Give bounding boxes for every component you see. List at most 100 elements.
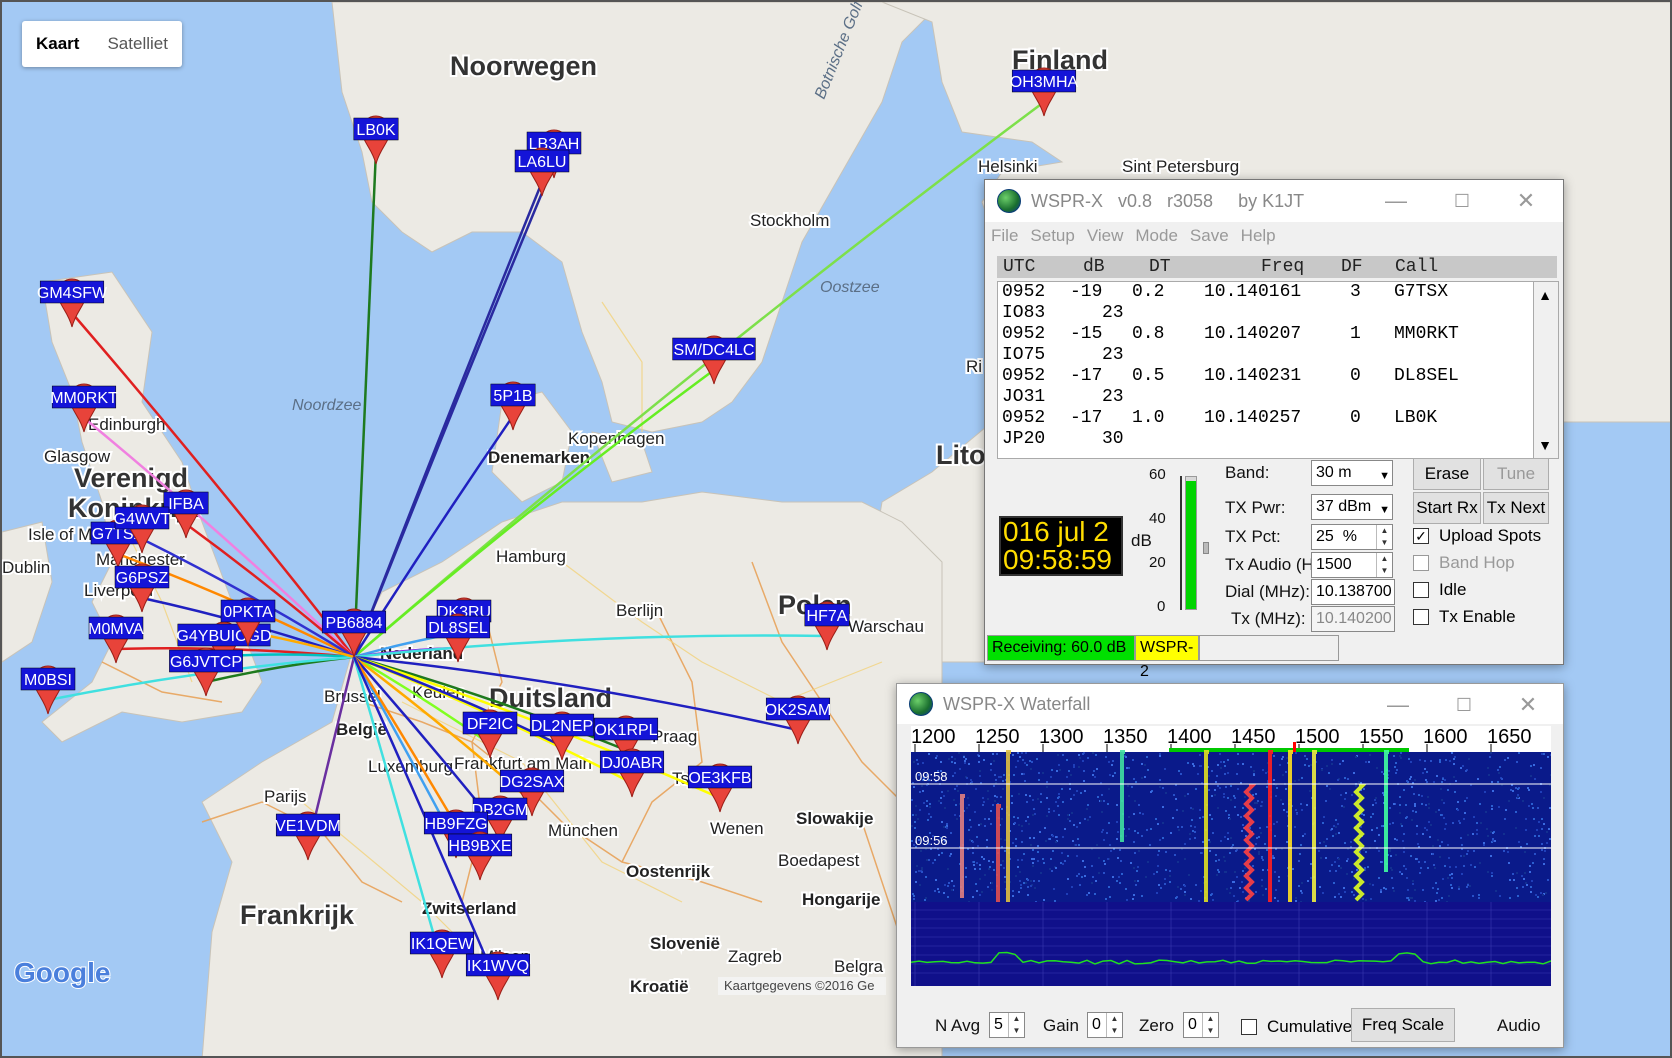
noise-pixel — [1062, 836, 1064, 838]
navg-spinbox[interactable]: 5 ▲ ▼ — [989, 1012, 1025, 1038]
noise-pixel — [1437, 888, 1439, 890]
noise-pixel — [1436, 892, 1438, 894]
noise-pixel — [1031, 858, 1033, 860]
menu-item[interactable]: View — [1087, 226, 1124, 246]
tune-button[interactable]: Tune — [1483, 458, 1549, 490]
noise-pixel — [1054, 900, 1056, 902]
maximize-icon[interactable]: ☐ — [1431, 180, 1493, 222]
gain-spinbox[interactable]: 0 ▲ ▼ — [1087, 1012, 1123, 1038]
map-type-map-button[interactable]: Kaart — [22, 21, 93, 67]
noise-pixel — [1391, 877, 1393, 879]
menu-item[interactable]: Mode — [1135, 226, 1178, 246]
noise-pixel — [1504, 759, 1506, 761]
noise-pixel — [1236, 773, 1238, 775]
minimize-icon[interactable]: — — [1365, 180, 1427, 222]
map-label: Sint Petersburg — [1122, 157, 1239, 176]
start-rx-button[interactable]: Start Rx — [1413, 492, 1481, 524]
noise-pixel — [1444, 865, 1446, 867]
tx-freq-field[interactable]: 10.140200 — [1311, 606, 1395, 632]
map-type-satellite-button[interactable]: Satelliet — [93, 21, 181, 67]
noise-pixel — [1193, 765, 1195, 767]
decodes-list[interactable]: 0952 -19 0.2 10.140161 3 G7TSX IO83 23 0952 -15 0.… — [997, 281, 1557, 459]
noise-pixel — [1215, 854, 1217, 856]
band-hop-checkbox[interactable]: Band Hop — [1413, 553, 1515, 573]
decode-row-cont[interactable]: JP20 30 — [998, 429, 1556, 450]
noise-pixel — [1491, 805, 1493, 807]
noise-pixel — [992, 804, 994, 806]
close-icon[interactable]: ✕ — [1495, 180, 1557, 222]
tx-enable-checkbox[interactable]: Tx Enable — [1413, 607, 1516, 627]
noise-pixel — [1021, 841, 1023, 843]
decode-row-cont[interactable]: IO83 23 — [998, 303, 1556, 324]
noise-pixel — [996, 796, 998, 798]
idle-checkbox[interactable]: Idle — [1413, 580, 1466, 600]
audio-label[interactable]: Audio — [1497, 1016, 1540, 1036]
noise-pixel — [1390, 867, 1392, 869]
map-attribution: Kaartgegevens ©2016 Ge — [724, 978, 875, 993]
upload-spots-checkbox[interactable]: ✓ Upload Spots — [1413, 526, 1541, 546]
band-select[interactable]: 30 m ▼ — [1311, 460, 1393, 486]
noise-pixel — [922, 790, 924, 792]
noise-pixel — [1250, 766, 1252, 768]
noise-pixel — [1351, 891, 1353, 893]
spin-arrows-icon[interactable]: ▲ ▼ — [1376, 553, 1392, 577]
noise-pixel — [1346, 860, 1348, 862]
cumulative-checkbox[interactable]: Cumulative — [1241, 1017, 1352, 1037]
waterfall-display[interactable]: 1200 1250 1300 1350 1400 1450 1500 1550 1600 1650… — [911, 726, 1551, 986]
noise-pixel — [949, 855, 951, 857]
noise-pixel — [1466, 797, 1468, 799]
noise-pixel — [1064, 828, 1066, 830]
erase-button[interactable]: Erase — [1413, 458, 1481, 490]
dial-field[interactable]: 10.138700 — [1311, 579, 1395, 605]
decode-row[interactable]: 0952 -15 0.8 10.140207 1 MM0RKT — [998, 324, 1556, 345]
noise-pixel — [1492, 840, 1494, 842]
decode-db: -19 — [1070, 282, 1103, 302]
noise-pixel — [1220, 840, 1222, 842]
noise-pixel — [1087, 819, 1089, 821]
spin-arrows-icon[interactable]: ▲ ▼ — [1008, 1013, 1024, 1037]
noise-pixel — [1218, 871, 1220, 873]
noise-pixel — [1462, 765, 1464, 767]
noise-pixel — [1258, 836, 1260, 838]
txpct-spinbox[interactable]: 25 % ▲ ▼ — [1311, 524, 1393, 550]
minimize-icon[interactable]: — — [1367, 684, 1429, 726]
freq-scale-button[interactable]: Freq Scale — [1351, 1008, 1455, 1042]
meter-slider[interactable] — [1203, 542, 1209, 554]
scroll-up-icon[interactable]: ▲ — [1536, 286, 1554, 304]
decode-row[interactable]: 0952 -17 0.5 10.140231 0 DL8SEL — [998, 366, 1556, 387]
noise-pixel — [938, 800, 940, 802]
menu-item[interactable]: File — [991, 226, 1018, 246]
menu-item[interactable]: Save — [1190, 226, 1229, 246]
decode-row[interactable]: 0952 -17 1.0 10.140257 0 LB0K — [998, 408, 1556, 429]
noise-pixel — [1522, 800, 1524, 802]
noise-pixel — [1537, 807, 1539, 809]
noise-pixel — [1134, 852, 1136, 854]
txpwr-select[interactable]: 37 dBm ▼ — [1311, 494, 1393, 520]
noise-pixel — [1244, 859, 1246, 861]
decode-row-cont[interactable]: JO31 23 — [998, 387, 1556, 408]
decode-row[interactable]: 0952 -19 0.2 10.140161 3 G7TSX — [998, 282, 1556, 303]
spin-arrows-icon[interactable]: ▲ ▼ — [1106, 1013, 1122, 1037]
noise-pixel — [1450, 884, 1452, 886]
noise-pixel — [1004, 881, 1006, 883]
scale-label: 1350 — [1103, 726, 1148, 748]
spin-arrows-icon[interactable]: ▲ ▼ — [1376, 525, 1392, 549]
close-icon[interactable]: ✕ — [1497, 684, 1559, 726]
navg-value: 5 — [994, 1016, 1003, 1033]
scroll-down-icon[interactable]: ▼ — [1536, 436, 1554, 454]
noise-pixel — [994, 795, 996, 797]
noise-pixel — [1030, 880, 1032, 882]
txaudio-spinbox[interactable]: 1500 ▲ ▼ — [1311, 552, 1393, 578]
zero-spinbox[interactable]: 0 ▲ ▼ — [1183, 1012, 1219, 1038]
decodes-scrollbar[interactable]: ▲ ▼ — [1533, 281, 1559, 459]
decode-row-cont[interactable]: IO75 23 — [998, 345, 1556, 366]
noise-pixel — [1191, 819, 1193, 821]
noise-pixel — [1174, 854, 1176, 856]
maximize-icon[interactable]: ☐ — [1433, 684, 1495, 726]
noise-pixel — [1473, 816, 1475, 818]
tx-next-button[interactable]: Tx Next — [1483, 492, 1549, 524]
noise-pixel — [1018, 891, 1020, 893]
spin-arrows-icon[interactable]: ▲ ▼ — [1202, 1013, 1218, 1037]
menu-item[interactable]: Help — [1241, 226, 1276, 246]
menu-item[interactable]: Setup — [1030, 226, 1074, 246]
